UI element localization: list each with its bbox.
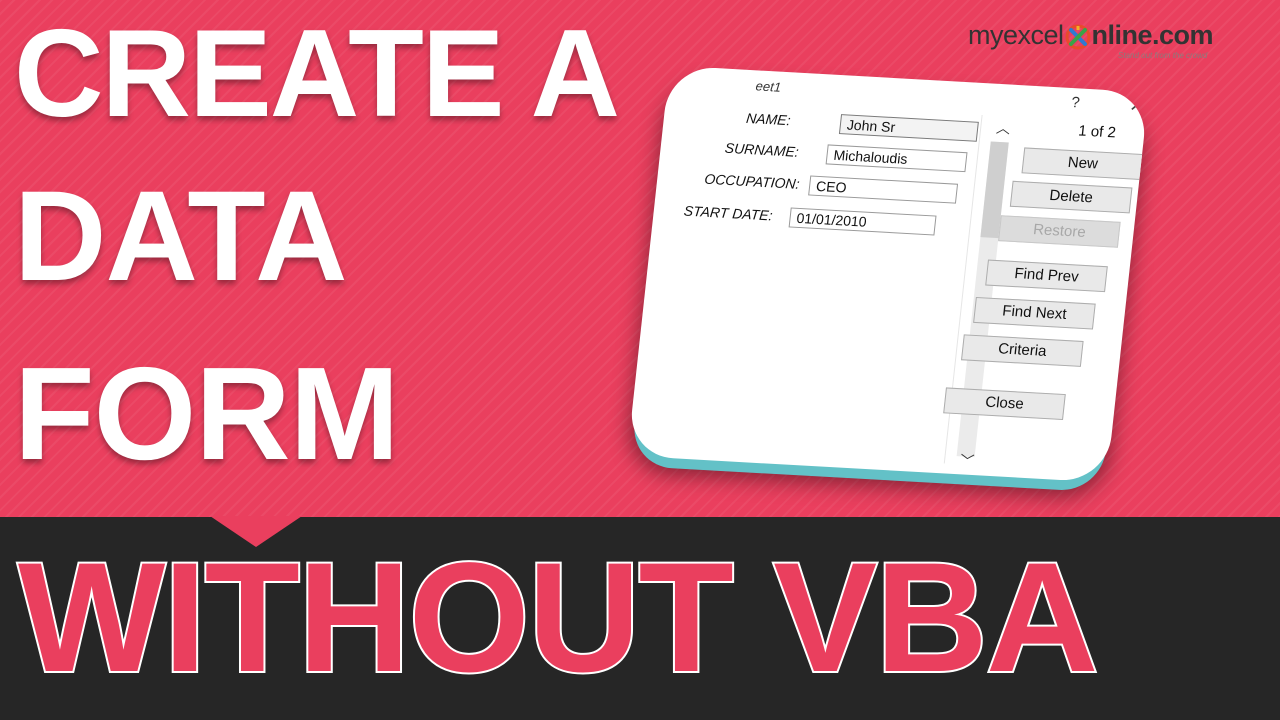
find-next-button[interactable]: Find Next: [973, 296, 1096, 330]
occupation-label: OCCUPATION:: [703, 170, 801, 192]
name-field[interactable]: John Sr: [838, 114, 979, 142]
logo-x-icon: [1065, 24, 1091, 50]
headline-line-2: DATA: [14, 165, 347, 308]
brand-tagline: Stand out from the crowd: [1118, 51, 1208, 60]
close-icon[interactable]: ✕: [1128, 95, 1145, 117]
dialog-title: eet1: [754, 78, 782, 95]
start-date-label: START DATE:: [683, 202, 774, 224]
restore-button[interactable]: Restore: [998, 215, 1121, 248]
help-icon[interactable]: ?: [1070, 94, 1080, 111]
brand-suffix: nline.com: [1091, 20, 1214, 50]
data-form-dialog: eet1 ? ✕ NAME: John Sr SURNAME: Michalou…: [627, 65, 1149, 483]
surname-field[interactable]: Michaloudis: [825, 144, 968, 173]
brand-prefix: myexcel: [968, 20, 1064, 50]
surname-label: SURNAME:: [724, 139, 800, 160]
subheadline: WITHOUT VBA: [16, 531, 1101, 705]
headline-line-3: FORM: [14, 340, 400, 487]
find-prev-button[interactable]: Find Prev: [985, 259, 1108, 293]
delete-button[interactable]: Delete: [1009, 180, 1133, 214]
brand-logo[interactable]: myexcel nline.com Stand out from the cro…: [968, 20, 1260, 64]
occupation-field[interactable]: CEO: [808, 175, 959, 204]
name-label: NAME:: [745, 109, 792, 129]
scroll-up-icon[interactable]: ︿: [995, 118, 1011, 139]
start-date-field[interactable]: 01/01/2010: [788, 207, 937, 236]
record-counter: 1 of 2: [1077, 122, 1117, 142]
new-button[interactable]: New: [1021, 147, 1145, 180]
headline-line-1: CREATE A: [14, 5, 620, 143]
brand-wordmark: myexcel nline.com: [968, 20, 1214, 50]
scroll-down-icon[interactable]: ﹀: [959, 450, 975, 471]
